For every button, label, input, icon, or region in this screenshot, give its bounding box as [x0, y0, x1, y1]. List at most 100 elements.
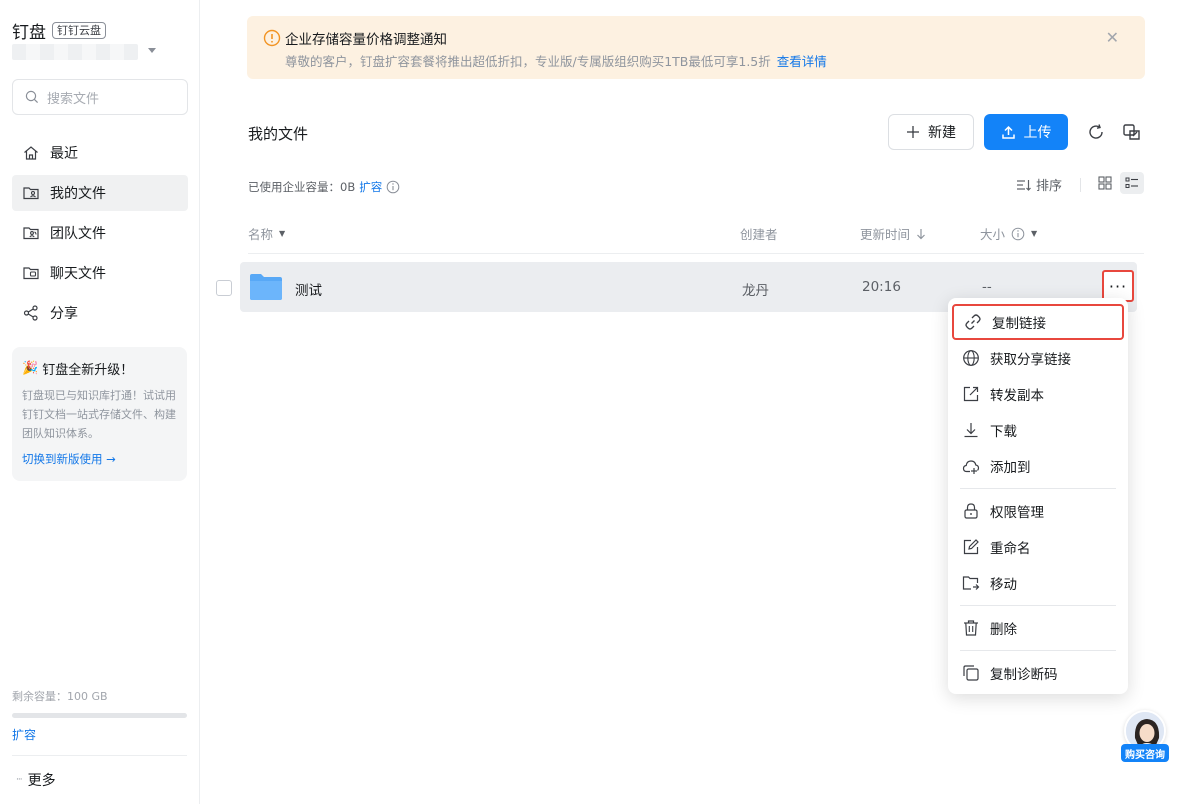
column-updated-label: 更新时间 — [860, 227, 911, 242]
brand: 钉盘 钉钉云盘 — [12, 18, 106, 43]
promo-description: 钉盘现已与知识库打通！试试用钉钉文档一站式存储文件、构建团队知识体系。 — [22, 389, 176, 440]
notice-text: 尊敬的客户，钉盘扩容套餐将推出超低折扣，专业版/专属版组织购买1TB最低可享1.… — [285, 54, 771, 69]
menu-item-rename[interactable]: 重命名 — [952, 529, 1124, 565]
more-button[interactable]: ··· 更多 — [16, 770, 56, 790]
chevron-down-icon[interactable] — [148, 48, 156, 53]
menu-item-label: 转发副本 — [990, 388, 1044, 404]
cloud-add-icon — [962, 460, 980, 474]
file-name[interactable]: 测试 — [295, 279, 322, 299]
menu-item-move[interactable]: 移动 — [952, 565, 1124, 601]
menu-divider — [960, 650, 1116, 651]
share-icon — [23, 305, 38, 321]
sidebar-item-team-files[interactable]: 团队文件 — [12, 215, 188, 251]
sidebar-item-label: 团队文件 — [50, 226, 106, 242]
search-placeholder: 搜索文件 — [47, 91, 100, 107]
refresh-icon[interactable] — [1086, 122, 1106, 142]
switch-new-version-link[interactable]: 切换到新版使用 → — [22, 451, 177, 467]
notice-body: 尊敬的客户，钉盘扩容套餐将推出超低折扣，专业版/专属版组织购买1TB最低可享1.… — [285, 51, 827, 70]
view-divider — [1080, 178, 1081, 192]
more-label: 更多 — [27, 773, 56, 789]
menu-item-add-to[interactable]: 添加到 — [952, 448, 1124, 484]
plus-icon — [907, 126, 919, 138]
user-folder-icon — [23, 187, 39, 200]
search-icon — [25, 90, 39, 104]
list-icon — [1125, 177, 1138, 188]
app-root: 钉盘 钉钉云盘 搜索文件 最近 我的文件 团队文件 聊天文件 分享 🎉 钉盘全新… — [0, 0, 1192, 804]
home-icon — [24, 146, 38, 160]
grid-icon — [1098, 176, 1112, 190]
menu-item-label: 复制诊断码 — [990, 667, 1058, 683]
move-folder-icon — [962, 576, 980, 590]
column-header-creator: 创建者 — [740, 224, 778, 243]
sidebar-item-my-files[interactable]: 我的文件 — [12, 175, 188, 211]
close-icon[interactable]: ✕ — [1106, 28, 1119, 47]
usage-expand-link[interactable]: 扩容 — [359, 179, 382, 195]
menu-item-get-share-link[interactable]: 获取分享链接 — [952, 340, 1124, 376]
caret-down-icon: ▼ — [279, 229, 286, 238]
notice-banner: 企业存储容量价格调整通知 尊敬的客户，钉盘扩容套餐将推出超低折扣，专业版/专属版… — [247, 16, 1145, 79]
purchase-consult-widget[interactable]: 购买咨询 — [1121, 710, 1169, 764]
folder-icon — [250, 274, 282, 300]
context-menu: 复制链接 获取分享链接 转发副本 下载 添加到 权限管理 重命名 移动 删除 复… — [948, 298, 1128, 694]
ellipsis-icon: ··· — [1108, 276, 1128, 296]
trash-icon — [964, 620, 978, 636]
sidebar-item-share[interactable]: 分享 — [12, 295, 188, 331]
globe-icon — [963, 350, 979, 366]
account-name-redacted[interactable] — [12, 44, 138, 60]
menu-item-permissions[interactable]: 权限管理 — [952, 493, 1124, 529]
column-header-size[interactable]: 大小 ▼ — [980, 224, 1037, 243]
edit-icon — [963, 539, 979, 555]
column-creator-label: 创建者 — [740, 227, 778, 242]
info-icon — [1011, 227, 1025, 240]
chat-folder-icon — [23, 267, 39, 280]
sort-icon — [1017, 179, 1031, 191]
remaining-capacity-label: 剩余容量：100 GB — [12, 690, 108, 703]
sidebar-item-label: 聊天文件 — [50, 266, 106, 282]
upload-button[interactable]: 上传 — [984, 114, 1068, 150]
sidebar-divider — [12, 755, 187, 756]
info-icon[interactable] — [386, 180, 400, 194]
sidebar-item-recent[interactable]: 最近 — [12, 135, 188, 171]
upload-button-label: 上传 — [1023, 125, 1052, 141]
caret-down-icon: ▼ — [1031, 229, 1038, 238]
search-input[interactable]: 搜索文件 — [12, 79, 188, 115]
menu-item-label: 获取分享链接 — [990, 352, 1071, 368]
promo-title: 🎉 钉盘全新升级！ — [22, 359, 177, 378]
promo-title-text: 钉盘全新升级！ — [42, 363, 134, 378]
menu-item-copy-diagnostic-code[interactable]: 复制诊断码 — [952, 655, 1124, 691]
file-updated: 20:16 — [862, 279, 901, 295]
storage-usage: 已使用企业容量：0B 扩容 — [248, 179, 400, 195]
column-header-updated[interactable]: 更新时间 — [860, 224, 926, 243]
sidebar-item-chat-files[interactable]: 聊天文件 — [12, 255, 188, 291]
table-header-divider — [248, 253, 1144, 254]
notice-details-link[interactable]: 查看详情 — [777, 54, 827, 69]
grid-view-button[interactable] — [1094, 172, 1116, 194]
list-view-button[interactable] — [1120, 172, 1144, 194]
sidebar: 钉盘 钉钉云盘 搜索文件 最近 我的文件 团队文件 聊天文件 分享 🎉 钉盘全新… — [0, 0, 200, 804]
open-window-icon[interactable] — [1122, 122, 1142, 142]
menu-item-label: 移动 — [990, 577, 1017, 593]
new-button[interactable]: 新建 — [888, 114, 974, 150]
sidebar-item-label: 分享 — [50, 306, 78, 322]
forward-icon — [963, 386, 979, 402]
expand-capacity-link[interactable]: 扩容 — [12, 726, 36, 743]
column-header-name[interactable]: 名称 ▼ — [248, 224, 285, 243]
menu-item-label: 重命名 — [990, 541, 1031, 557]
arrow-down-icon — [917, 228, 925, 239]
menu-item-label: 下载 — [990, 424, 1017, 440]
menu-item-label: 复制链接 — [992, 316, 1046, 332]
copy-icon — [963, 665, 979, 681]
menu-item-delete[interactable]: 删除 — [952, 610, 1124, 646]
menu-item-forward-copy[interactable]: 转发副本 — [952, 376, 1124, 412]
row-checkbox[interactable] — [216, 280, 232, 296]
page-title: 我的文件 — [248, 125, 309, 143]
sidebar-item-label: 我的文件 — [50, 186, 106, 202]
team-folder-icon — [23, 227, 39, 240]
menu-item-download[interactable]: 下载 — [952, 412, 1124, 448]
brand-title: 钉盘 — [12, 23, 46, 43]
menu-item-copy-link[interactable]: 复制链接 — [952, 304, 1124, 340]
usage-text: 已使用企业容量：0B — [248, 180, 356, 194]
menu-divider — [960, 605, 1116, 606]
sort-button[interactable]: 排序 — [1016, 175, 1062, 194]
info-warning-icon — [263, 29, 281, 47]
